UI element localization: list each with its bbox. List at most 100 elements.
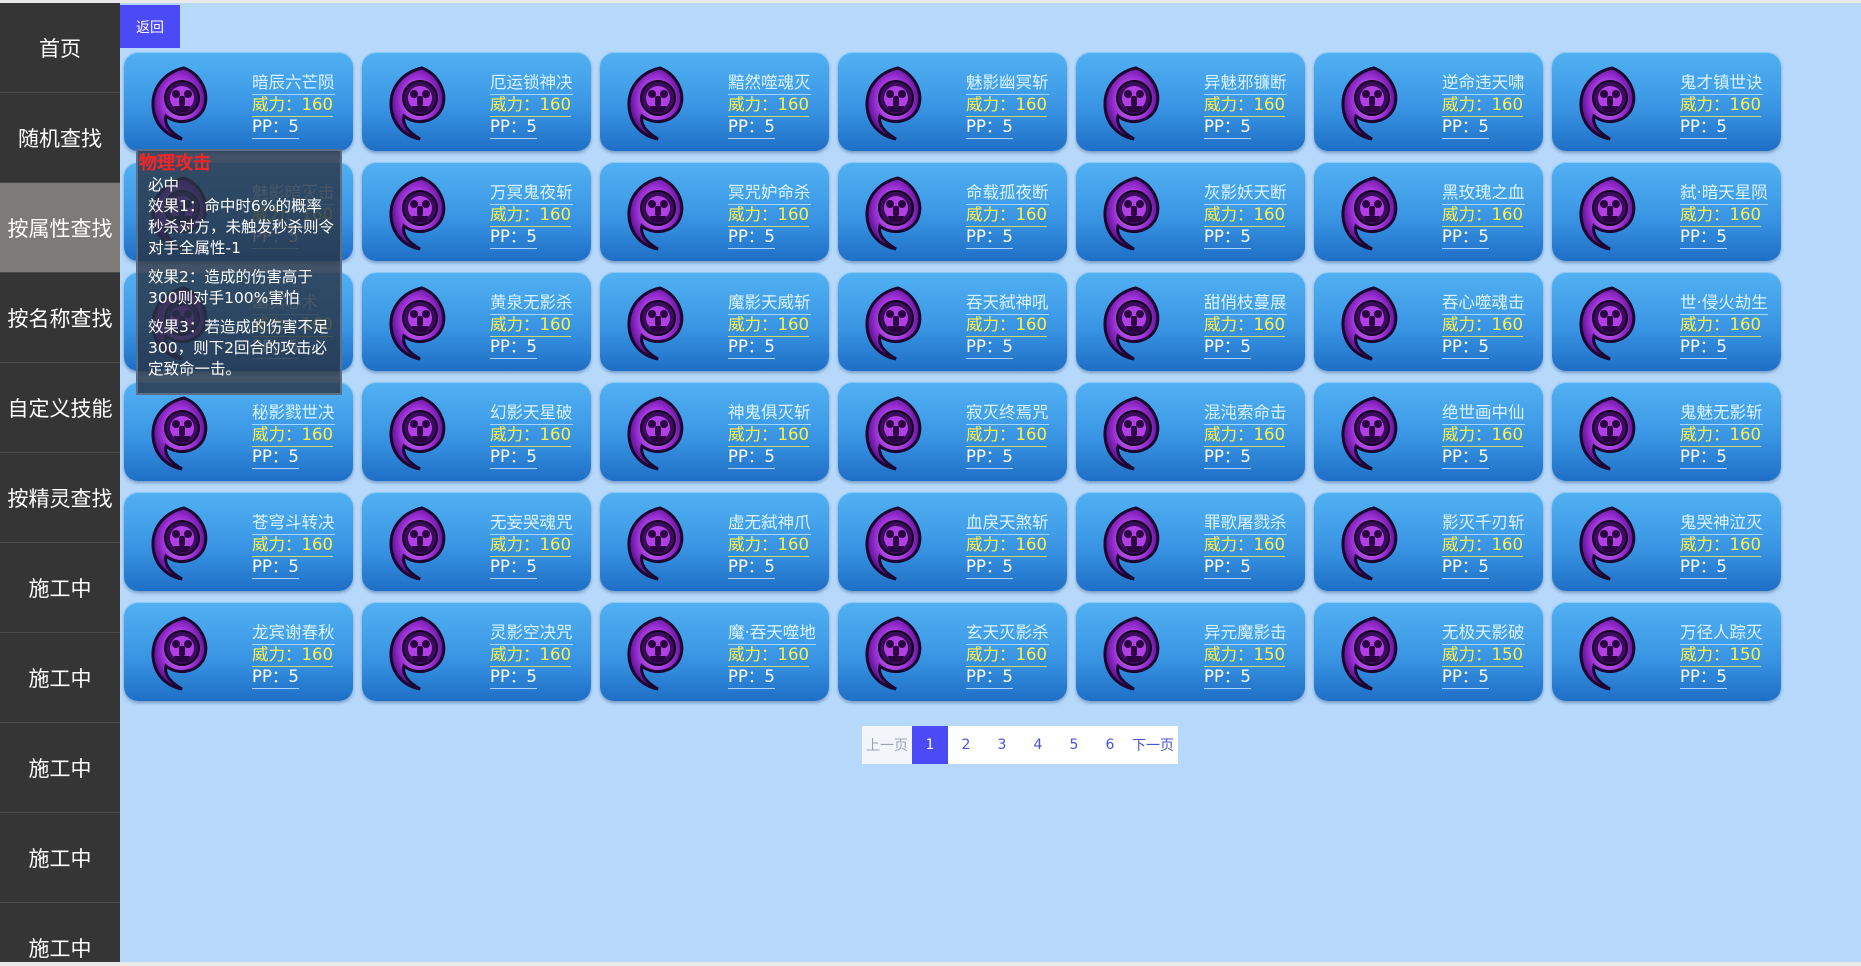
skill-card[interactable]: 血戾天煞斩 威力：160 PP：5 <box>838 492 1067 591</box>
prev-page-button[interactable]: 上一页 <box>862 726 912 764</box>
skill-card[interactable]: 万冥鬼夜斩 威力：160 PP：5 <box>362 162 591 261</box>
skill-card[interactable]: 异魅邪镰断 威力：160 PP：5 <box>1076 52 1305 151</box>
skill-name[interactable]: 吞心噬魂击 <box>1442 292 1525 315</box>
skill-card[interactable]: 黄泉无影杀 威力：160 PP：5 <box>362 272 591 371</box>
skill-name[interactable]: 鬼才镇世诀 <box>1680 72 1763 95</box>
sidebar-item-10[interactable]: 施工中 <box>0 903 120 962</box>
skill-card[interactable]: 无妄哭魂咒 威力：160 PP：5 <box>362 492 591 591</box>
skill-name[interactable]: 暗辰六芒陨 <box>252 72 335 95</box>
skill-card[interactable]: 魔影天威斩 威力：160 PP：5 <box>600 272 829 371</box>
skill-card[interactable]: 魔·吞天噬地 威力：160 PP：5 <box>600 602 829 701</box>
skill-name[interactable]: 万径人踪灭 <box>1680 622 1763 645</box>
skill-card[interactable]: 鬼魅无影斩 威力：160 PP：5 <box>1552 382 1781 481</box>
skill-name[interactable]: 魔影天威斩 <box>728 292 811 315</box>
skill-name[interactable]: 异魅邪镰断 <box>1204 72 1287 95</box>
skill-card[interactable]: 厄运锁神决 威力：160 PP：5 <box>362 52 591 151</box>
skill-card[interactable]: 无极天影破 威力：150 PP：5 <box>1314 602 1543 701</box>
sidebar-item-8[interactable]: 施工中 <box>0 723 120 813</box>
skill-name[interactable]: 黯然噬魂灭 <box>728 72 811 95</box>
skill-card[interactable]: 寂灭终焉咒 威力：160 PP：5 <box>838 382 1067 481</box>
sidebar-item-4[interactable]: 自定义技能 <box>0 363 120 453</box>
skill-card[interactable]: 虚无弑神爪 威力：160 PP：5 <box>600 492 829 591</box>
skill-card[interactable]: 弑·暗天星陨 威力：160 PP：5 <box>1552 162 1781 261</box>
skill-name[interactable]: 黑玫瑰之血 <box>1442 182 1525 205</box>
skill-name[interactable]: 无极天影破 <box>1442 622 1525 645</box>
skill-name[interactable]: 灵影空决咒 <box>490 622 573 645</box>
skill-card[interactable]: 灵影空决咒 威力：160 PP：5 <box>362 602 591 701</box>
skill-name[interactable]: 罪歌屠戮杀 <box>1204 512 1287 535</box>
skill-name[interactable]: 寂灭终焉咒 <box>966 402 1049 425</box>
skill-card[interactable]: 混沌索命击 威力：160 PP：5 <box>1076 382 1305 481</box>
sidebar-item-9[interactable]: 施工中 <box>0 813 120 903</box>
skill-name[interactable]: 玄天灭影杀 <box>966 622 1049 645</box>
skill-name[interactable]: 魅影幽冥斩 <box>966 72 1049 95</box>
skill-name[interactable]: 冥咒妒命杀 <box>728 182 811 205</box>
page-3-button[interactable]: 3 <box>984 726 1020 764</box>
skill-name[interactable]: 虚无弑神爪 <box>728 512 811 535</box>
skill-name[interactable]: 魔·吞天噬地 <box>728 622 816 645</box>
skill-name[interactable]: 甜俏枝蔓展 <box>1204 292 1287 315</box>
skill-card[interactable]: 神鬼俱灭斩 威力：160 PP：5 <box>600 382 829 481</box>
skill-card[interactable]: 黑玫瑰之血 威力：160 PP：5 <box>1314 162 1543 261</box>
skill-card[interactable]: 万径人踪灭 威力：150 PP：5 <box>1552 602 1781 701</box>
page-6-button[interactable]: 6 <box>1092 726 1128 764</box>
skill-name[interactable]: 逆命违天啸 <box>1442 72 1525 95</box>
skill-card[interactable]: 灰影妖天断 威力：160 PP：5 <box>1076 162 1305 261</box>
skill-name[interactable]: 黄泉无影杀 <box>490 292 573 315</box>
skill-card[interactable]: 幻影天星破 威力：160 PP：5 <box>362 382 591 481</box>
skill-card[interactable]: 影灭千刃斩 威力：160 PP：5 <box>1314 492 1543 591</box>
page-4-button[interactable]: 4 <box>1020 726 1056 764</box>
skill-card[interactable]: 逆命违天啸 威力：160 PP：5 <box>1314 52 1543 151</box>
skill-card[interactable]: 吞天弑神吼 威力：160 PP：5 <box>838 272 1067 371</box>
sidebar-item-0[interactable]: 首页 <box>0 3 120 93</box>
skill-card[interactable]: 魅影幽冥斩 威力：160 PP：5 <box>838 52 1067 151</box>
skill-card[interactable]: 秘影戮世决 威力：160 PP：5 <box>124 382 353 481</box>
skill-name[interactable]: 无妄哭魂咒 <box>490 512 573 535</box>
skill-card[interactable]: 冥咒妒命杀 威力：160 PP：5 <box>600 162 829 261</box>
sidebar-item-2[interactable]: 按属性查找 <box>0 183 120 273</box>
skill-name[interactable]: 异元魔影击 <box>1204 622 1287 645</box>
skill-name[interactable]: 鬼魅无影斩 <box>1680 402 1763 425</box>
skill-card[interactable]: 鬼哭神泣灭 威力：160 PP：5 <box>1552 492 1781 591</box>
skill-name[interactable]: 命载孤夜断 <box>966 182 1049 205</box>
skill-card[interactable]: 世·侵火劫生 威力：160 PP：5 <box>1552 272 1781 371</box>
skill-name[interactable]: 秘影戮世决 <box>252 402 335 425</box>
sidebar-item-1[interactable]: 随机查找 <box>0 93 120 183</box>
page-1-button[interactable]: 1 <box>912 726 948 764</box>
skill-name[interactable]: 影灭千刃斩 <box>1442 512 1525 535</box>
skill-card[interactable]: 甜俏枝蔓展 威力：160 PP：5 <box>1076 272 1305 371</box>
skill-card[interactable]: 鬼才镇世诀 威力：160 PP：5 <box>1552 52 1781 151</box>
skill-card[interactable]: 命载孤夜断 威力：160 PP：5 <box>838 162 1067 261</box>
skill-card[interactable]: 玄天灭影杀 威力：160 PP：5 <box>838 602 1067 701</box>
back-button[interactable]: 返回 <box>120 5 180 48</box>
sidebar-item-6[interactable]: 施工中 <box>0 543 120 633</box>
skill-name[interactable]: 龙宾谢春秋 <box>252 622 335 645</box>
skill-name[interactable]: 万冥鬼夜斩 <box>490 182 573 205</box>
skill-name[interactable]: 血戾天煞斩 <box>966 512 1049 535</box>
skill-card[interactable]: 罪歌屠戮杀 威力：160 PP：5 <box>1076 492 1305 591</box>
skill-name[interactable]: 弑·暗天星陨 <box>1680 182 1768 205</box>
skill-name[interactable]: 神鬼俱灭斩 <box>728 402 811 425</box>
skill-card[interactable]: 龙宾谢春秋 威力：160 PP：5 <box>124 602 353 701</box>
skill-name[interactable]: 世·侵火劫生 <box>1680 292 1768 315</box>
skill-card[interactable]: 吞心噬魂击 威力：160 PP：5 <box>1314 272 1543 371</box>
skill-card[interactable]: 异元魔影击 威力：150 PP：5 <box>1076 602 1305 701</box>
skill-name[interactable]: 灰影妖天断 <box>1204 182 1287 205</box>
skill-name[interactable]: 苍穹斗转决 <box>252 512 335 535</box>
sidebar-item-3[interactable]: 按名称查找 <box>0 273 120 363</box>
skill-name[interactable]: 吞天弑神吼 <box>966 292 1049 315</box>
skill-name[interactable]: 鬼哭神泣灭 <box>1680 512 1763 535</box>
skill-card[interactable]: 苍穹斗转决 威力：160 PP：5 <box>124 492 353 591</box>
skill-name[interactable]: 厄运锁神决 <box>490 72 573 95</box>
skill-name[interactable]: 混沌索命击 <box>1204 402 1287 425</box>
sidebar-item-7[interactable]: 施工中 <box>0 633 120 723</box>
page-5-button[interactable]: 5 <box>1056 726 1092 764</box>
page-2-button[interactable]: 2 <box>948 726 984 764</box>
sidebar-item-5[interactable]: 按精灵查找 <box>0 453 120 543</box>
skill-name[interactable]: 绝世画中仙 <box>1442 402 1525 425</box>
next-page-button[interactable]: 下一页 <box>1128 726 1178 764</box>
skill-card[interactable]: 暗辰六芒陨 威力：160 PP：5 <box>124 52 353 151</box>
skill-card[interactable]: 黯然噬魂灭 威力：160 PP：5 <box>600 52 829 151</box>
skill-card[interactable]: 绝世画中仙 威力：160 PP：5 <box>1314 382 1543 481</box>
skill-name[interactable]: 幻影天星破 <box>490 402 573 425</box>
